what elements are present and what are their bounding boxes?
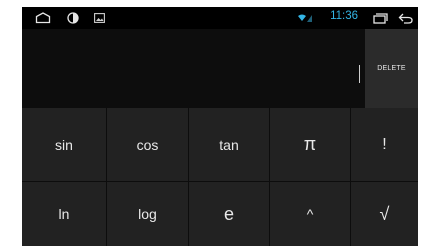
- sqrt-key[interactable]: √: [351, 182, 418, 246]
- calculator-display: DELETE: [22, 29, 418, 108]
- status-time: 11:36: [330, 10, 358, 22]
- factorial-key[interactable]: !: [351, 108, 418, 181]
- ln-key[interactable]: ln: [22, 182, 106, 246]
- text-cursor: [359, 65, 360, 83]
- pi-key[interactable]: π: [270, 108, 350, 181]
- image-icon: [92, 7, 106, 29]
- e-key[interactable]: e: [189, 182, 269, 246]
- brightness-icon: [65, 7, 81, 29]
- sin-key[interactable]: sin: [22, 108, 106, 181]
- back-icon[interactable]: [396, 7, 414, 29]
- advanced-keypad: sin cos tan π ! ln log e ^ √: [22, 108, 418, 246]
- tan-key[interactable]: tan: [189, 108, 269, 181]
- calculator-screen: 11:36 DELETE sin cos tan π ! ln log e ^ …: [22, 7, 418, 246]
- cos-key[interactable]: cos: [107, 108, 188, 181]
- delete-button[interactable]: DELETE: [365, 29, 418, 108]
- status-bar: 11:36: [22, 7, 418, 29]
- home-outline-icon[interactable]: [34, 7, 52, 29]
- wifi-signal-icon: [296, 7, 314, 29]
- log-key[interactable]: log: [107, 182, 188, 246]
- recent-apps-icon[interactable]: [371, 7, 389, 29]
- power-key[interactable]: ^: [270, 182, 350, 246]
